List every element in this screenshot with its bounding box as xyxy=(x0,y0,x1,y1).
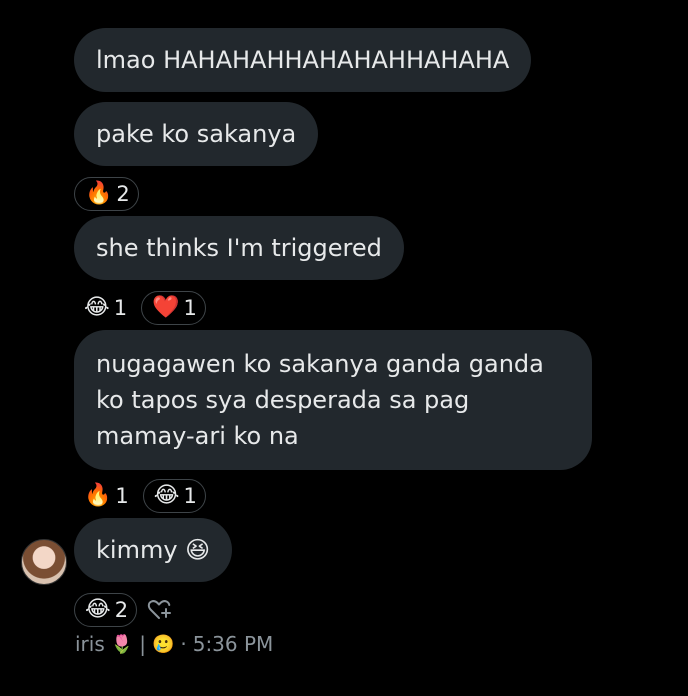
tears-of-joy-icon: 😂 xyxy=(153,483,180,508)
tears-of-joy-icon: 😂 xyxy=(85,597,111,622)
reaction-count: 2 xyxy=(114,598,129,622)
message-meta: iris 🌷 | 🥲 · 5:36 PM xyxy=(75,632,273,656)
heart-icon: ❤️ xyxy=(152,295,180,320)
sender-name[interactable]: iris xyxy=(75,632,105,656)
separator: | xyxy=(139,632,146,656)
heart-plus-icon xyxy=(147,600,172,619)
reaction-row: 😂 2 xyxy=(74,593,177,627)
reaction-pill[interactable]: 😂 1 xyxy=(142,479,206,513)
reaction-row: 🔥 1 😂 1 xyxy=(74,479,206,513)
message-bubble[interactable]: kimmy 😆 xyxy=(74,518,233,582)
message-bubble[interactable]: pake ko sakanya xyxy=(74,102,319,166)
reaction-count: 1 xyxy=(115,484,129,508)
message-bubble[interactable]: she thinks I'm triggered xyxy=(74,216,404,280)
reaction-count: 2 xyxy=(116,182,130,206)
avatar[interactable] xyxy=(21,539,67,585)
reaction-count: 1 xyxy=(183,296,197,320)
tulip-icon: 🌷 xyxy=(110,633,134,655)
reaction-pill[interactable]: 🔥 2 xyxy=(74,177,139,211)
reaction-pill[interactable]: 😂 2 xyxy=(74,593,138,627)
reaction-count: 1 xyxy=(113,296,128,320)
add-reaction-button[interactable] xyxy=(143,593,177,627)
message-bubble[interactable]: lmao HAHAHAHHAHAHAHHAHAHA xyxy=(74,28,532,92)
fire-icon: 🔥 xyxy=(85,181,113,206)
tears-of-joy-icon: 😂 xyxy=(84,295,110,320)
message-bubble[interactable]: nugagawen ko sakanya ganda ganda ko tapo… xyxy=(74,330,592,470)
reaction-pill[interactable]: 😂 1 xyxy=(74,291,135,325)
reaction-pill[interactable]: 🔥 1 xyxy=(74,479,137,513)
smiling-tear-icon: 🥲 xyxy=(151,633,175,655)
timestamp: 5:36 PM xyxy=(192,632,274,656)
reaction-row: 🔥 2 xyxy=(74,177,139,211)
reaction-row: 😂 1 ❤️ 1 xyxy=(74,291,206,325)
dot-separator: · xyxy=(180,632,187,656)
reaction-count: 1 xyxy=(183,484,197,508)
fire-icon: 🔥 xyxy=(84,483,112,508)
reaction-pill[interactable]: ❤️ 1 xyxy=(141,291,206,325)
